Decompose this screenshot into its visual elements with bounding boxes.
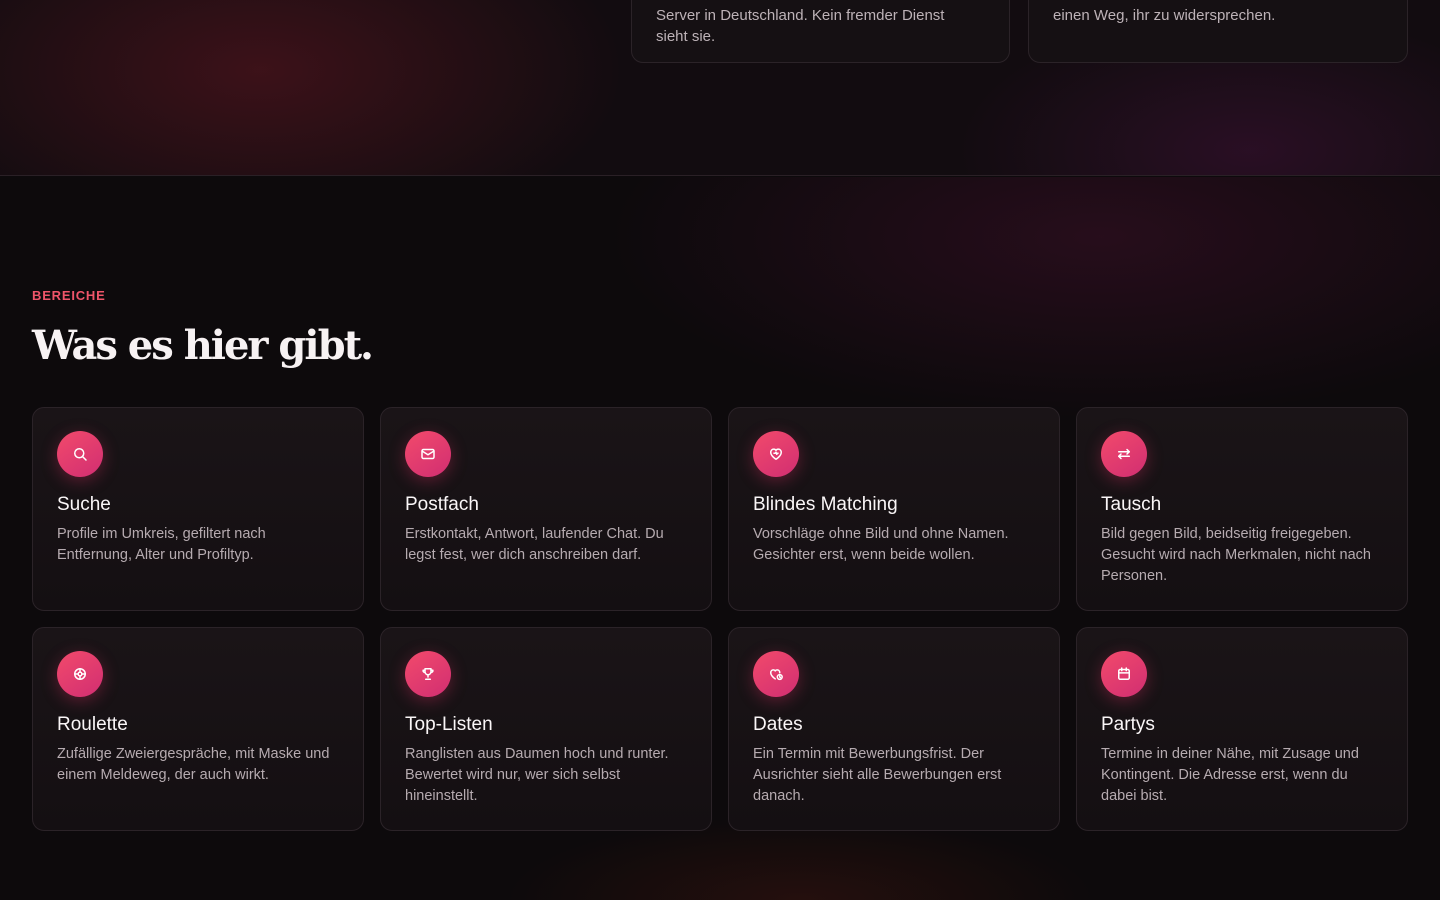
card-title: Dates <box>753 714 803 735</box>
card-title: Postfach <box>405 494 479 515</box>
card-text: Vorschläge ohne Bild und ohne Namen. Ges… <box>753 526 1009 563</box>
card-roulette[interactable]: Roulette Zufällige Zweiergespräche, mit … <box>32 627 364 831</box>
mail-icon <box>405 431 451 477</box>
card-text: Zufällige Zweiergespräche, mit Maske und… <box>57 746 330 783</box>
card-text: Ein Termin mit Bewerbungsfrist. Der Ausr… <box>753 746 1002 804</box>
card-dates[interactable]: Dates Ein Termin mit Bewerbungsfrist. De… <box>728 627 1060 831</box>
card-title: Tausch <box>1101 494 1162 515</box>
feature-card-server: Server in Deutschland. Kein fremder Dien… <box>631 0 1010 63</box>
card-text: Bild gegen Bild, beidseitig freigegeben.… <box>1101 526 1371 584</box>
card-text: Ranglisten aus Daumen hoch und runter. B… <box>405 746 669 804</box>
calendar-icon <box>1101 651 1147 697</box>
feature-card-objection: einen Weg, ihr zu widersprechen. <box>1028 0 1408 63</box>
card-top-listen[interactable]: Top-Listen Ranglisten aus Daumen hoch un… <box>380 627 712 831</box>
card-blindes-matching[interactable]: Blindes Matching Vorschläge ohne Bild un… <box>728 407 1060 611</box>
section-eyebrow: BEREICHE <box>32 288 106 303</box>
card-text: einen Weg, ihr zu widersprechen. <box>1053 7 1276 24</box>
card-text: Server in Deutschland. Kein fremder Dien… <box>656 7 945 45</box>
card-text: Termine in deiner Nähe, mit Zusage und K… <box>1101 746 1359 804</box>
previous-section: Server in Deutschland. Kein fremder Dien… <box>0 0 1440 176</box>
card-text: Profile im Umkreis, gefiltert nach Entfe… <box>57 526 266 563</box>
card-title: Top-Listen <box>405 714 493 735</box>
card-suche[interactable]: Suche Profile im Umkreis, gefiltert nach… <box>32 407 364 611</box>
areas-section: BEREICHE Was es hier gibt. Suche Profile… <box>0 177 1440 900</box>
card-partys[interactable]: Partys Termine in deiner Nähe, mit Zusag… <box>1076 627 1408 831</box>
card-text: Erstkontakt, Antwort, laufender Chat. Du… <box>405 526 664 563</box>
card-title: Blindes Matching <box>753 494 898 515</box>
roulette-icon <box>57 651 103 697</box>
swap-icon <box>1101 431 1147 477</box>
heart-clock-icon <box>753 651 799 697</box>
card-title: Suche <box>57 494 111 515</box>
trophy-icon <box>405 651 451 697</box>
heart-icon <box>753 431 799 477</box>
card-title: Partys <box>1101 714 1155 735</box>
card-postfach[interactable]: Postfach Erstkontakt, Antwort, laufender… <box>380 407 712 611</box>
card-title: Roulette <box>57 714 128 735</box>
search-icon <box>57 431 103 477</box>
card-tausch[interactable]: Tausch Bild gegen Bild, beidseitig freig… <box>1076 407 1408 611</box>
section-title: Was es hier gibt. <box>32 322 374 369</box>
